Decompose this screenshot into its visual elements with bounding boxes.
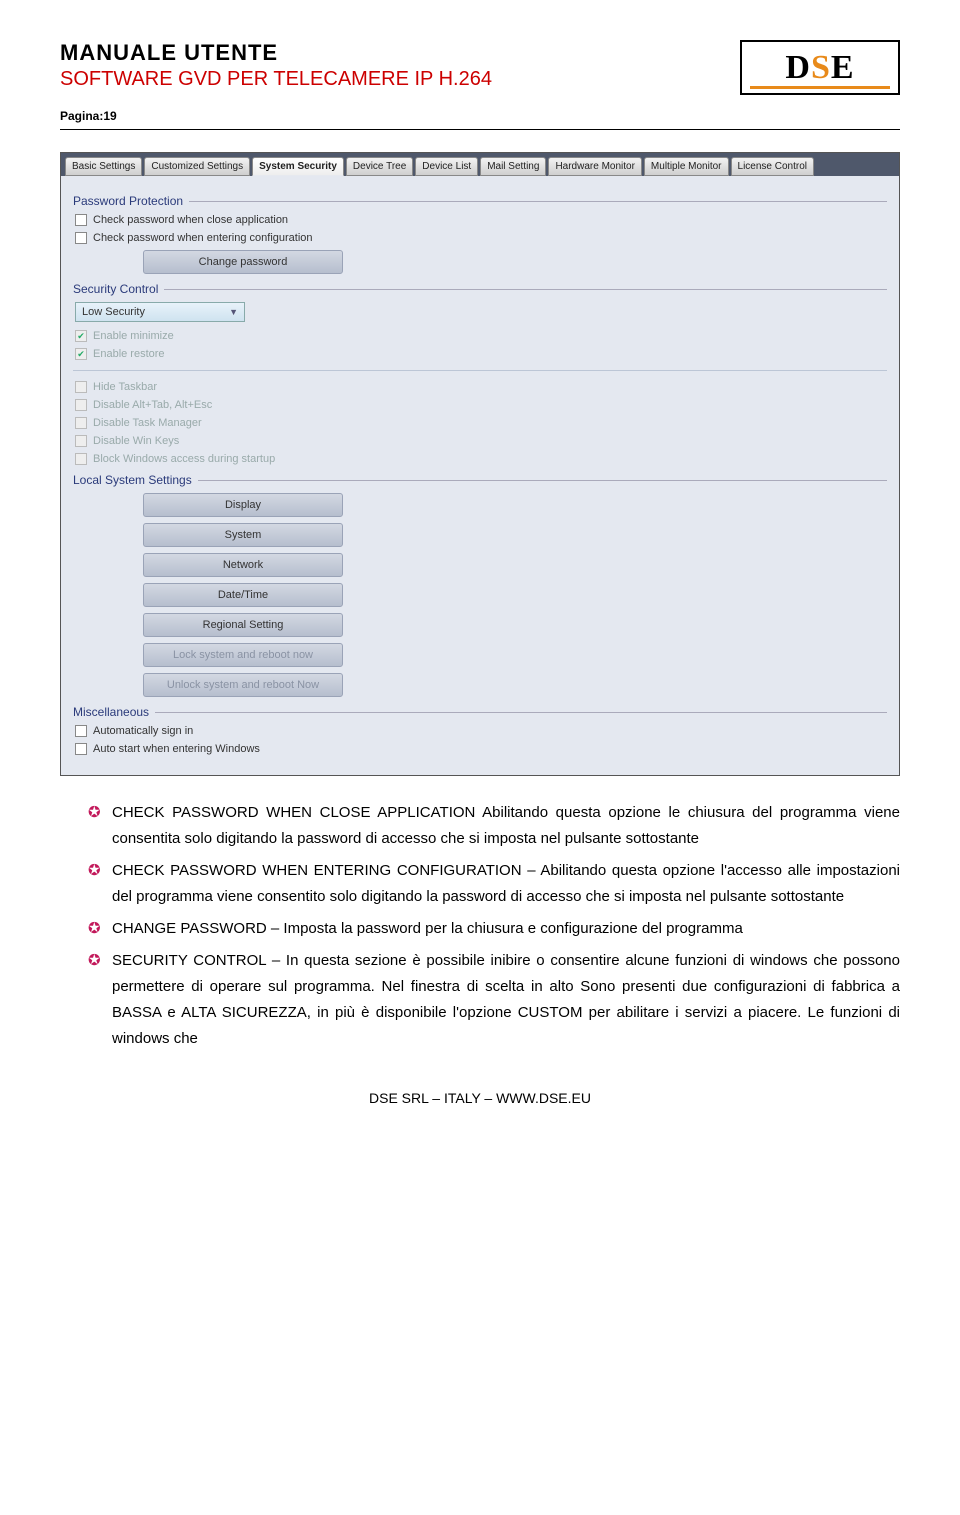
label-disable-win: Disable Win Keys [93, 435, 179, 447]
network-button[interactable]: Network [143, 553, 343, 577]
security-control-heading: Security Control [73, 282, 158, 296]
chevron-down-icon: ▼ [229, 307, 238, 317]
bullet-icon: ✪ [88, 916, 102, 942]
system-button[interactable]: System [143, 523, 343, 547]
label-enable-restore: Enable restore [93, 348, 165, 360]
label-block-startup: Block Windows access during startup [93, 453, 275, 465]
regional-setting-button[interactable]: Regional Setting [143, 613, 343, 637]
checkbox-disable-win[interactable] [75, 435, 87, 447]
paragraph-change-password: CHANGE PASSWORD – Imposta la password pe… [112, 916, 743, 942]
logo-letter-d: D [785, 49, 811, 86]
display-button[interactable]: Display [143, 493, 343, 517]
checkbox-enter-config[interactable] [75, 232, 87, 244]
tab-basic-settings[interactable]: Basic Settings [65, 157, 142, 176]
paragraph-security-control: SECURITY CONTROL – In questa sezione è p… [112, 948, 900, 1052]
checkbox-close-app[interactable] [75, 214, 87, 226]
checkbox-enable-restore[interactable]: ✔ [75, 348, 87, 360]
label-enter-config: Check password when entering configurati… [93, 232, 313, 244]
label-disable-alt: Disable Alt+Tab, Alt+Esc [93, 399, 212, 411]
checkbox-disable-tm[interactable] [75, 417, 87, 429]
lock-reboot-button[interactable]: Lock system and reboot now [143, 643, 343, 667]
tab-license-control[interactable]: License Control [731, 157, 814, 176]
tabs-bar: Basic Settings Customized Settings Syste… [61, 153, 899, 176]
doc-title: MANUALE UTENTE [60, 40, 492, 66]
settings-window: Basic Settings Customized Settings Syste… [60, 152, 900, 776]
label-close-app: Check password when close application [93, 214, 288, 226]
checkbox-auto-start[interactable] [75, 743, 87, 755]
datetime-button[interactable]: Date/Time [143, 583, 343, 607]
doc-subtitle: SOFTWARE GVD PER TELECAMERE IP H.264 [60, 68, 492, 91]
label-enable-minimize: Enable minimize [93, 330, 174, 342]
label-hide-taskbar: Hide Taskbar [93, 381, 157, 393]
checkbox-enable-minimize[interactable]: ✔ [75, 330, 87, 342]
tab-system-security[interactable]: System Security [252, 157, 344, 176]
label-auto-signin: Automatically sign in [93, 725, 193, 737]
bullet-icon: ✪ [88, 800, 102, 852]
checkbox-disable-alt[interactable] [75, 399, 87, 411]
bullet-icon: ✪ [88, 858, 102, 910]
brand-logo: DSE [740, 40, 900, 95]
checkbox-block-startup[interactable] [75, 453, 87, 465]
tab-mail-setting[interactable]: Mail Setting [480, 157, 546, 176]
logo-letter-s: S [811, 49, 831, 86]
paragraph-check-close: CHECK PASSWORD WHEN CLOSE APPLICATION Ab… [112, 800, 900, 852]
security-level-value: Low Security [82, 306, 145, 318]
password-protection-heading: Password Protection [73, 194, 183, 208]
header-divider [60, 129, 900, 130]
tab-device-list[interactable]: Device List [415, 157, 478, 176]
tab-hardware-monitor[interactable]: Hardware Monitor [548, 157, 641, 176]
tab-device-tree[interactable]: Device Tree [346, 157, 413, 176]
tab-multiple-monitor[interactable]: Multiple Monitor [644, 157, 729, 176]
security-level-select[interactable]: Low Security ▼ [75, 302, 245, 322]
checkbox-hide-taskbar[interactable] [75, 381, 87, 393]
change-password-button[interactable]: Change password [143, 250, 343, 274]
page-footer: DSE SRL – ITALY – WWW.DSE.EU [60, 1090, 900, 1106]
bullet-icon: ✪ [88, 948, 102, 1052]
miscellaneous-heading: Miscellaneous [73, 705, 149, 719]
label-auto-start: Auto start when entering Windows [93, 743, 260, 755]
page-number: Pagina:19 [60, 109, 900, 123]
label-disable-tm: Disable Task Manager [93, 417, 202, 429]
tab-customized-settings[interactable]: Customized Settings [144, 157, 250, 176]
local-system-heading: Local System Settings [73, 473, 192, 487]
paragraph-check-entering: CHECK PASSWORD WHEN ENTERING CONFIGURATI… [112, 858, 900, 910]
unlock-reboot-button[interactable]: Unlock system and reboot Now [143, 673, 343, 697]
logo-letter-e: E [831, 49, 855, 86]
checkbox-auto-signin[interactable] [75, 725, 87, 737]
